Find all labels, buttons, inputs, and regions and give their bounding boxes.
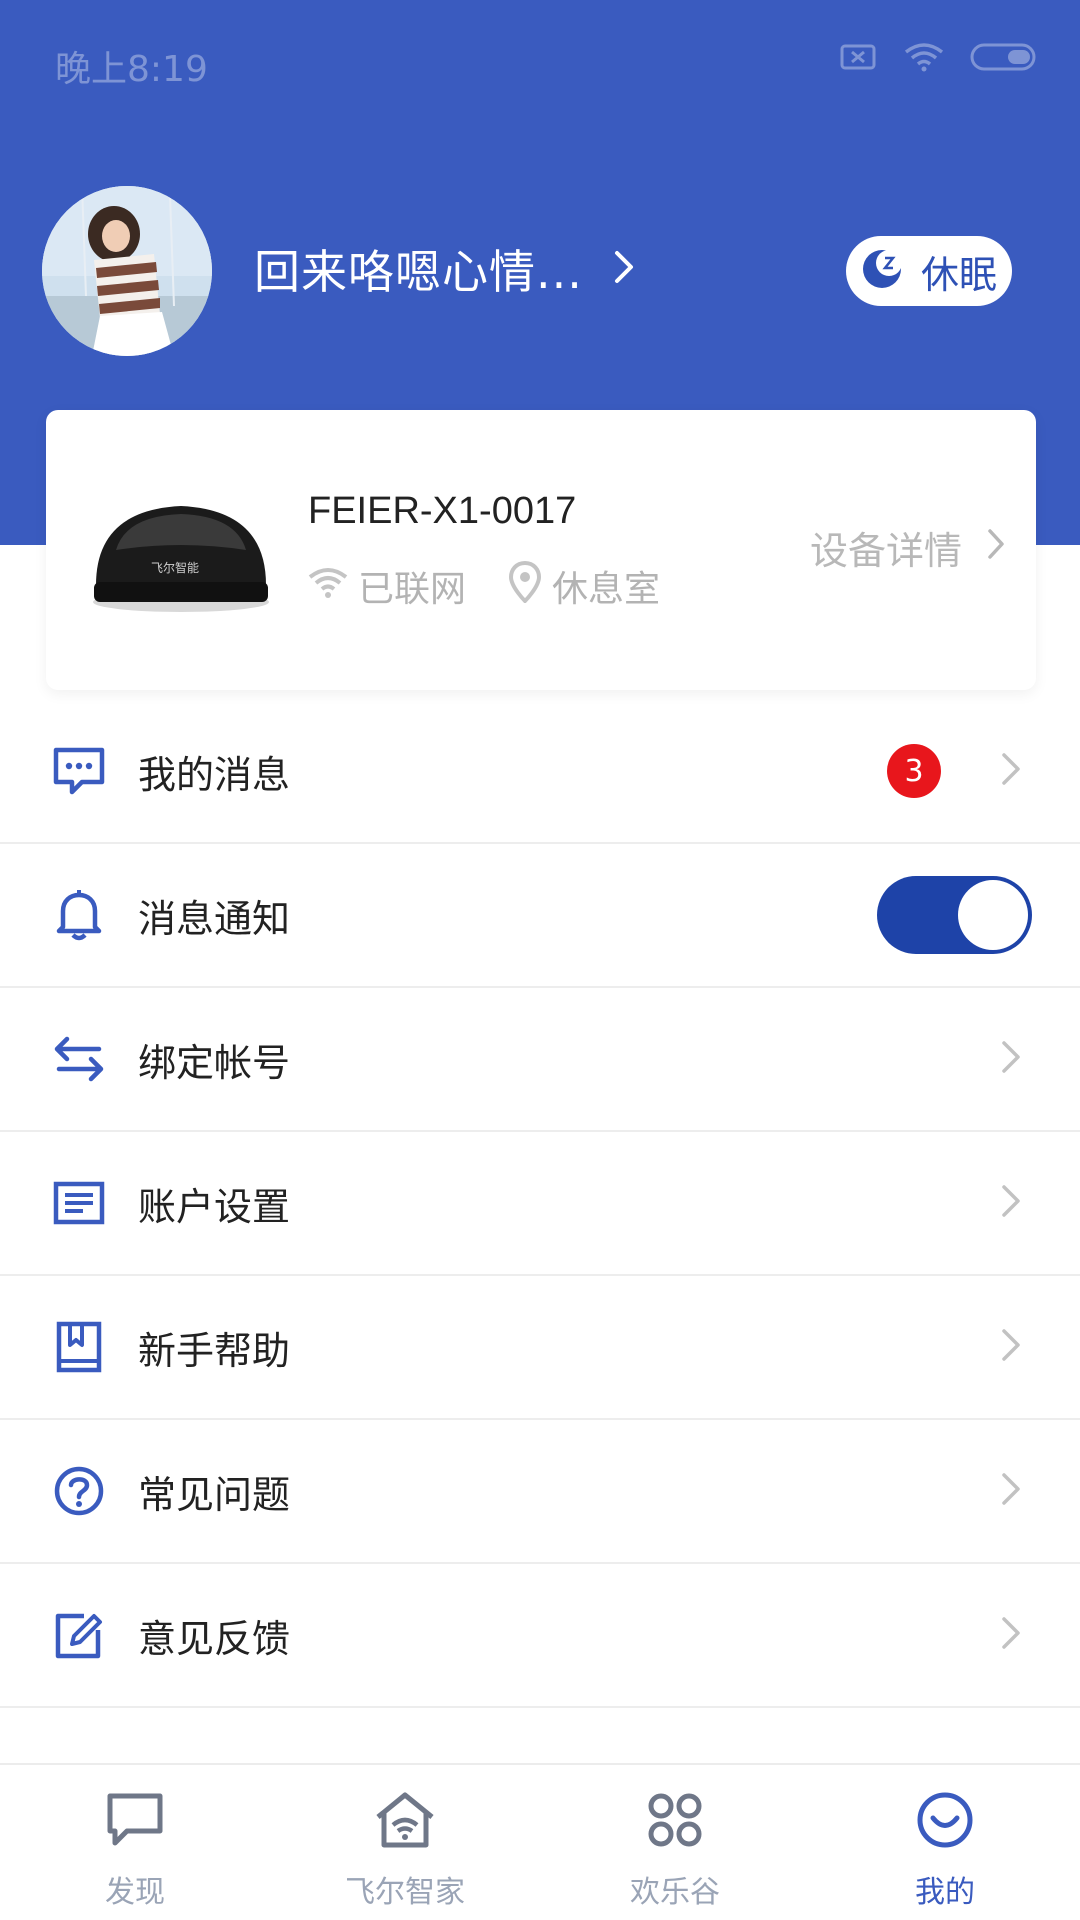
menu-item-label: 新手帮助: [138, 1328, 291, 1373]
smile-icon: [915, 1791, 975, 1853]
question-circle-icon: [52, 1464, 106, 1518]
home-wifi-icon: [374, 1791, 436, 1853]
battery-icon: [970, 42, 1040, 76]
chevron-right-icon: [986, 526, 1006, 570]
menu-item-feedback[interactable]: 意见反馈: [0, 1564, 1080, 1708]
nav-tab-label: 飞尔智家: [345, 1875, 465, 1910]
chevron-right-icon: [1000, 1039, 1022, 1079]
nav-tab-fun-valley[interactable]: 欢乐谷: [540, 1765, 810, 1920]
menu-item-label: 我的消息: [138, 752, 291, 797]
device-brand-mark: 飞尔智能: [151, 560, 199, 575]
nav-tab-mine[interactable]: 我的: [810, 1765, 1080, 1920]
notification-toggle[interactable]: [877, 876, 1032, 954]
bell-icon: [52, 888, 106, 942]
device-image: 飞尔智能: [86, 490, 276, 615]
network-status: 已联网: [358, 569, 467, 610]
nav-tab-smart-home[interactable]: 飞尔智家: [270, 1765, 540, 1920]
book-icon: [52, 1320, 106, 1374]
menu-item-beginner-help[interactable]: 新手帮助: [0, 1276, 1080, 1420]
document-lines-icon: [52, 1176, 106, 1230]
apps-grid-icon: [645, 1791, 705, 1853]
menu-item-label: 常见问题: [138, 1472, 291, 1517]
sleep-label: 休眠: [920, 252, 997, 297]
menu-item-label: 消息通知: [138, 896, 291, 941]
status-bar: 晚上8:19: [0, 0, 1080, 120]
toggle-knob: [958, 880, 1028, 950]
menu-item-label: 意见反馈: [138, 1616, 291, 1661]
nav-tab-discover[interactable]: 发现: [0, 1765, 270, 1920]
status-time: 晚上8:19: [55, 49, 208, 90]
sim-icon: [840, 42, 878, 76]
device-detail-label: 设备详情: [809, 529, 962, 573]
chat-bubble-icon: [105, 1791, 165, 1853]
settings-menu: 我的消息 3 消息通知 绑定帐号 账户设置 新手帮助 常见问题 意见反馈: [0, 700, 1080, 1852]
device-status: 已联网 休息室: [308, 560, 660, 612]
wifi-icon: [308, 565, 348, 608]
nav-tab-label: 欢乐谷: [630, 1875, 720, 1910]
chevron-right-icon: [1000, 751, 1022, 791]
message-icon: [52, 744, 106, 798]
avatar[interactable]: [42, 186, 212, 356]
chevron-right-icon: [1000, 1183, 1022, 1223]
username: 回来咯嗯心情...: [254, 245, 583, 299]
bottom-nav: 发现 飞尔智家 欢乐谷 我的: [0, 1763, 1080, 1920]
menu-item-notifications: 消息通知: [0, 844, 1080, 988]
nav-tab-label: 我的: [915, 1875, 975, 1910]
moon-icon: [861, 248, 903, 294]
menu-item-label: 账户设置: [138, 1184, 291, 1229]
sleep-button[interactable]: 休眠: [846, 236, 1012, 306]
menu-item-messages[interactable]: 我的消息 3: [0, 700, 1080, 844]
wifi-status-icon: [904, 42, 944, 76]
device-name: FEIER-X1-0017: [308, 490, 577, 532]
swap-arrows-icon: [52, 1032, 106, 1086]
profile-link[interactable]: 回来咯嗯心情...: [254, 236, 635, 302]
device-location: 休息室: [552, 569, 661, 610]
chevron-right-icon: [613, 249, 635, 289]
status-icons: [840, 42, 1040, 76]
device-detail-link[interactable]: 设备详情: [810, 520, 1006, 575]
menu-item-account-settings[interactable]: 账户设置: [0, 1132, 1080, 1276]
chevron-right-icon: [1000, 1615, 1022, 1655]
menu-item-bind-account[interactable]: 绑定帐号: [0, 988, 1080, 1132]
chevron-right-icon: [1000, 1327, 1022, 1367]
unread-count-badge: 3: [887, 744, 941, 798]
edit-icon: [52, 1608, 106, 1662]
chevron-right-icon: [1000, 1471, 1022, 1511]
menu-item-faq[interactable]: 常见问题: [0, 1420, 1080, 1564]
nav-tab-label: 发现: [105, 1875, 165, 1910]
location-pin-icon: [508, 560, 542, 612]
menu-item-label: 绑定帐号: [138, 1040, 291, 1085]
device-card[interactable]: 飞尔智能 FEIER-X1-0017 已联网 休息室 设备详情: [46, 410, 1036, 690]
